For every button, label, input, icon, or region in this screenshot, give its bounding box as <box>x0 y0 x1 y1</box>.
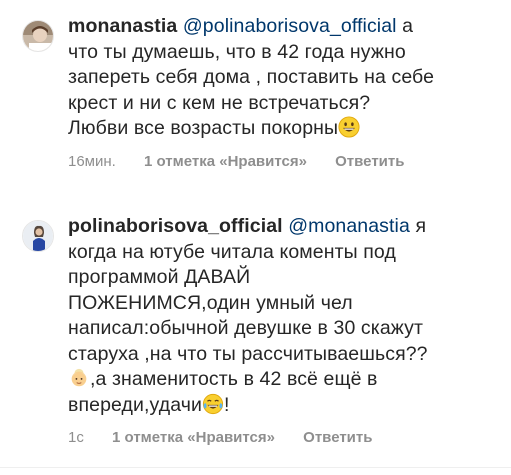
comment-username[interactable]: polinaborisova_official <box>68 215 283 237</box>
comment-text-line: ! <box>223 393 230 416</box>
comment-text-line: а <box>402 15 414 37</box>
comment-text-line: крест и ни с кем не встречаться? <box>68 91 371 114</box>
comment-text-line: впереди,удачи <box>68 393 202 416</box>
avatar-photo-icon <box>23 21 53 51</box>
comment-mention[interactable]: @polinaborisova_official <box>183 15 397 37</box>
comment-text-line: ,а знаменитость в 42 всё ещё в <box>90 368 378 390</box>
comment-text-line: Любви все возрасты покорны <box>68 117 339 139</box>
comment-text-line: программой ДАВАЙ <box>68 266 251 288</box>
tears-of-joy-icon <box>202 393 224 414</box>
comment-timestamp: 1с <box>68 429 84 446</box>
comment-text-line: когда на ютубе читала коменты под <box>68 240 396 263</box>
comment-text: monanastia @polinaborisova_official а чт… <box>68 14 495 142</box>
avatar[interactable] <box>22 20 54 52</box>
comment-text-line: старуха ,на что ты рассчитываешься?? <box>68 342 428 365</box>
comment-text-line: запереть себя дома , поставить на себе <box>68 66 435 88</box>
comment-username[interactable]: monanastia <box>68 15 177 37</box>
comment-text-line: что ты думаешь, что в 42 года нужно <box>68 40 406 63</box>
reply-button[interactable]: Ответить <box>335 153 404 170</box>
comment-text-line: ПОЖЕНИМСЯ,один умный чел <box>68 291 353 314</box>
grinning-face-icon <box>338 116 360 138</box>
comment-text: polinaborisova_official @monanastia я ко… <box>68 214 495 418</box>
comment-likes-link[interactable]: 1 отметка «Нравится» <box>144 153 307 170</box>
reply-button[interactable]: Ответить <box>303 429 372 446</box>
comment-text-line: я <box>415 215 427 237</box>
comment-meta: 1с 1 отметка «Нравится» Ответить <box>68 429 495 446</box>
comment-likes-link[interactable]: 1 отметка «Нравится» <box>112 429 275 446</box>
old-woman-icon <box>71 368 87 387</box>
avatar[interactable] <box>22 220 54 252</box>
comment-timestamp: 16мин. <box>68 152 116 170</box>
comment-meta: 16мин. 1 отметка «Нравится» Ответить <box>68 153 495 170</box>
comment-mention[interactable]: @monanastia <box>288 215 410 237</box>
divider <box>0 467 511 468</box>
comment-text-line: написал:обычной девушке в 30 скажут <box>68 317 424 339</box>
avatar-photo-icon <box>23 221 53 251</box>
